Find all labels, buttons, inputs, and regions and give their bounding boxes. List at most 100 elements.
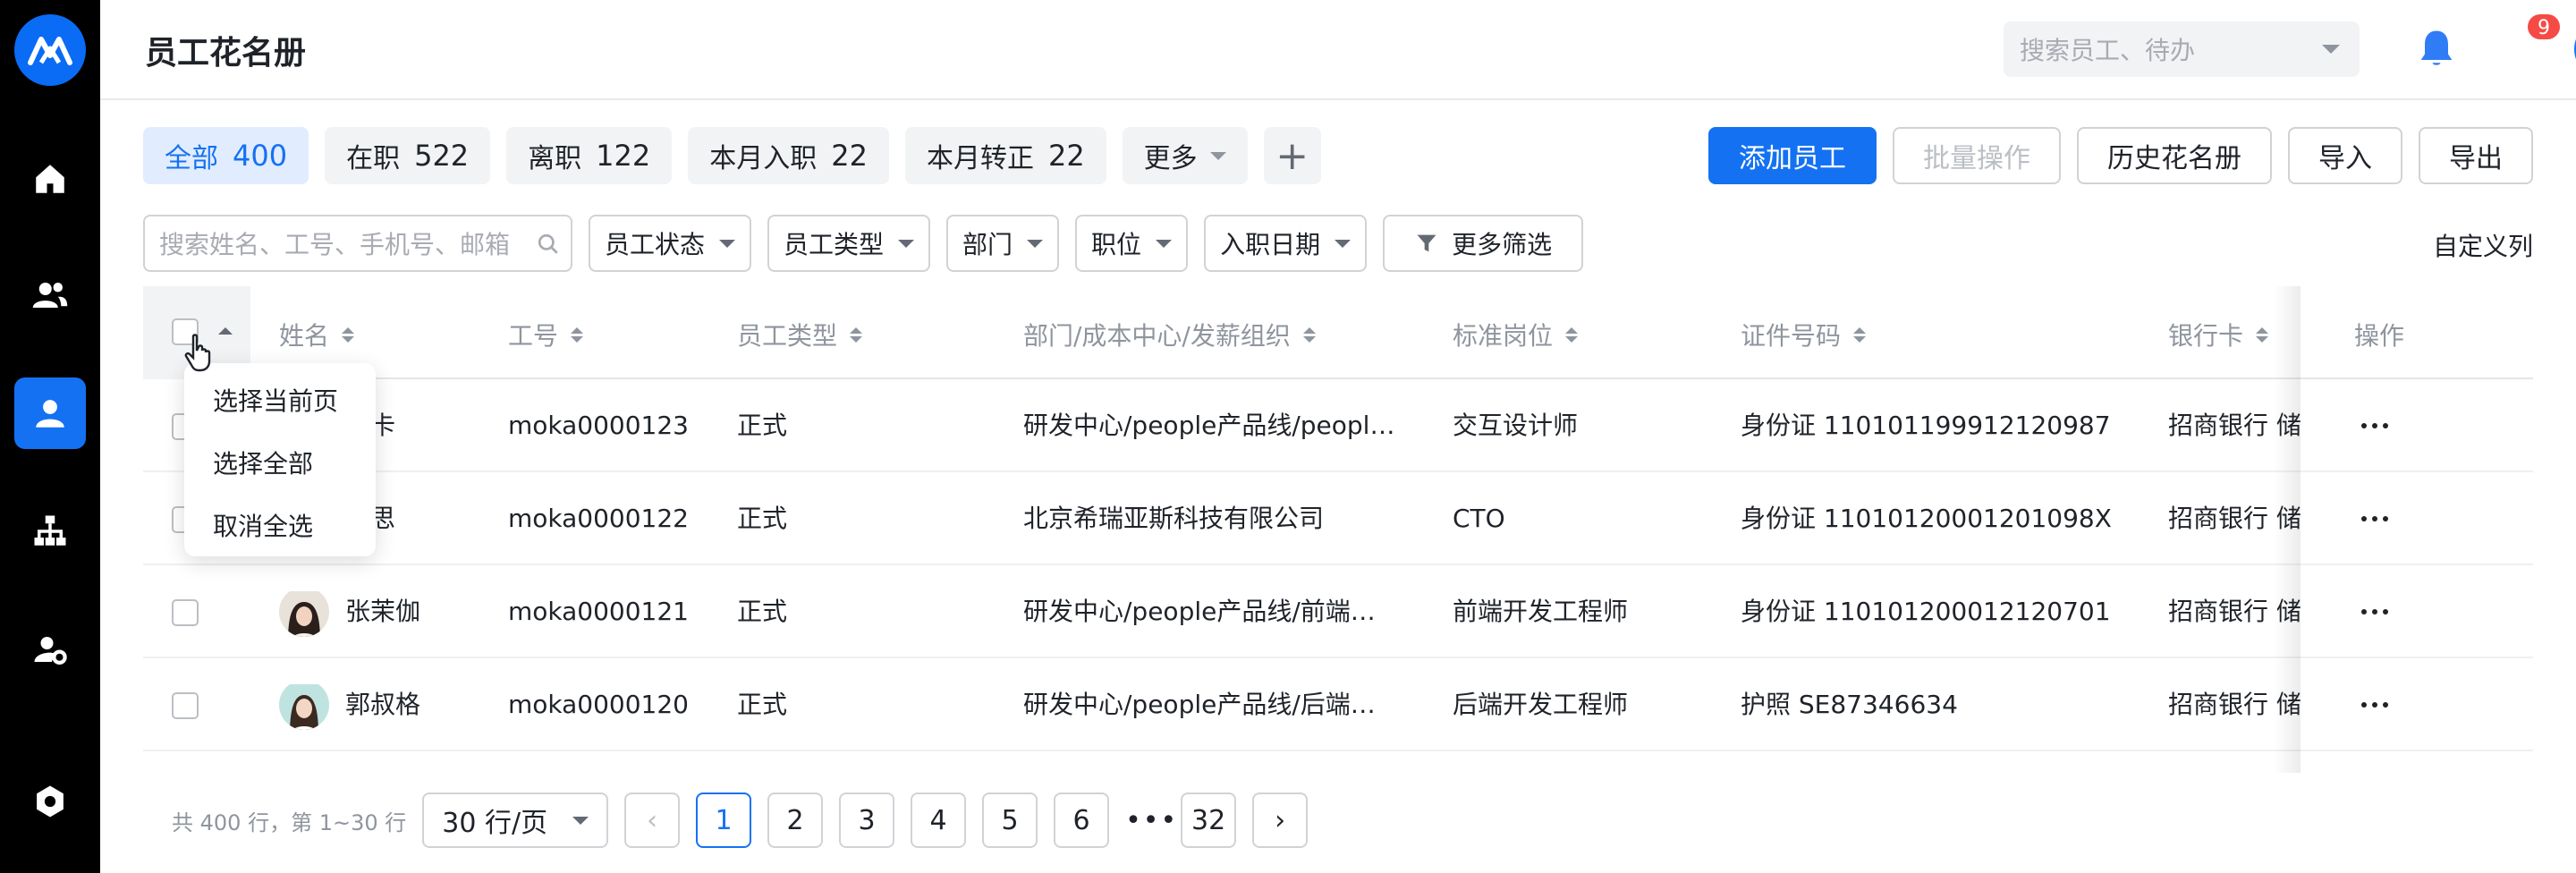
column-header-dept[interactable]: 部门/成本中心/发薪组织 xyxy=(1023,317,1316,352)
employee-icon[interactable] xyxy=(14,377,86,449)
bell-icon[interactable] xyxy=(2413,25,2460,72)
tab-resigned[interactable]: 离职 122 xyxy=(506,127,673,184)
table-row[interactable]: 郭叔格 moka0000120 正式 研发中心/people产品线/后端… 后端… xyxy=(143,658,2533,751)
employee-search-placeholder: 搜索姓名、工号、手机号、邮箱 xyxy=(159,230,511,259)
tab-more[interactable]: 更多 xyxy=(1122,127,1248,184)
toolbar-actions: 添加员工 批量操作 历史花名册 导入 导出 xyxy=(1708,127,2533,184)
deselect-all-option[interactable]: 取消全选 xyxy=(184,501,376,564)
moka-logo-icon[interactable] xyxy=(14,14,86,86)
employee-name: 郭叔格 xyxy=(345,690,421,719)
tab-regularized-this-month[interactable]: 本月转正 22 xyxy=(904,127,1106,184)
more-icon[interactable] xyxy=(2352,658,2397,751)
more-filters-button[interactable]: 更多筛选 xyxy=(1383,215,1584,272)
column-label: 部门/成本中心/发薪组织 xyxy=(1023,321,1291,351)
employee-search-input[interactable]: 搜索姓名、工号、手机号、邮箱 xyxy=(143,215,572,272)
column-header-name[interactable]: 姓名 xyxy=(279,317,355,352)
tab-label: 本月转正 xyxy=(926,143,1034,174)
column-label: 姓名 xyxy=(279,321,330,351)
table-row[interactable]: 张茉伽 moka0000121 正式 研发中心/people产品线/前端… 前端… xyxy=(143,565,2533,658)
sort-icon xyxy=(571,326,584,343)
page-button[interactable]: 5 xyxy=(982,792,1038,848)
employee-cert: 身份证 11010120001201098X xyxy=(1741,504,2112,533)
column-label: 工号 xyxy=(508,321,559,351)
tab-count: 522 xyxy=(414,139,470,173)
type-filter[interactable]: 员工类型 xyxy=(767,215,931,272)
settings-icon[interactable] xyxy=(14,766,86,837)
more-icon[interactable] xyxy=(2352,379,2397,472)
chevron-right-icon: › xyxy=(1275,804,1286,836)
pagination-total: 共 400 行，第 1~30 行 xyxy=(172,809,407,835)
employee-name-cell[interactable]: 郭叔格 xyxy=(279,658,494,751)
chevron-down-icon xyxy=(1027,239,1044,248)
column-header-bank[interactable]: 银行卡 xyxy=(2168,317,2269,352)
row-checkbox[interactable] xyxy=(172,692,199,719)
select-all-option[interactable]: 选择全部 xyxy=(184,438,376,501)
avatar xyxy=(279,587,329,637)
global-search-input[interactable]: 搜索员工、待办 xyxy=(2004,21,2360,77)
filter-icon xyxy=(1417,234,1436,252)
position-filter[interactable]: 职位 xyxy=(1075,215,1189,272)
header: 员工花名册 搜索员工、待办 9 小卡 xyxy=(100,0,2576,100)
plus-icon: + xyxy=(1275,132,1309,179)
sort-icon xyxy=(342,326,355,343)
add-tab-button[interactable]: + xyxy=(1263,127,1321,184)
home-icon[interactable] xyxy=(14,143,86,215)
chevron-down-icon xyxy=(1335,239,1352,248)
page-button[interactable]: 3 xyxy=(839,792,895,848)
chevron-down-icon xyxy=(1209,151,1226,160)
last-page-button[interactable]: 32 xyxy=(1181,792,1237,848)
user-settings-icon[interactable] xyxy=(14,614,86,685)
import-button[interactable]: 导入 xyxy=(2288,127,2402,184)
team-icon[interactable] xyxy=(14,259,86,331)
notification-badge: 9 xyxy=(2526,13,2562,41)
status-filter[interactable]: 员工状态 xyxy=(589,215,752,272)
tab-active[interactable]: 在职 522 xyxy=(325,127,491,184)
sort-icon xyxy=(1302,326,1316,343)
next-page-button[interactable]: › xyxy=(1252,792,1309,848)
tab-joined-this-month[interactable]: 本月入职 22 xyxy=(688,127,889,184)
history-roster-button[interactable]: 历史花名册 xyxy=(2077,127,2272,184)
row-checkbox[interactable] xyxy=(172,599,199,626)
page-button[interactable]: 6 xyxy=(1054,792,1110,848)
table-row[interactable]: 小卡 moka0000123 正式 研发中心/people产品线/peopl… … xyxy=(143,379,2533,472)
column-header-type[interactable]: 员工类型 xyxy=(737,317,863,352)
operations-column: 操作 xyxy=(2301,286,2533,773)
select-current-page-option[interactable]: 选择当前页 xyxy=(184,376,376,438)
customize-columns-link[interactable]: 自定义列 xyxy=(2433,227,2533,263)
column-label: 员工类型 xyxy=(737,321,838,351)
employee-dept: 研发中心/people产品线/前端… xyxy=(1023,597,1376,626)
employee-id: moka0000121 xyxy=(508,597,689,626)
join-date-filter[interactable]: 入职日期 xyxy=(1204,215,1368,272)
employee-id: moka0000120 xyxy=(508,690,689,719)
prev-page-button[interactable]: ‹ xyxy=(624,792,681,848)
row-operations xyxy=(2301,658,2533,751)
page-ellipsis[interactable]: ••• xyxy=(1125,805,1176,836)
column-header-id[interactable]: 工号 xyxy=(508,317,584,352)
table-header: 姓名 工号 员工类型 部门/成本中心/发薪组织 标准岗位 证件号码 银行卡 xyxy=(143,286,2533,379)
employee-dept: 研发中心/people产品线/peopl… xyxy=(1023,411,1395,440)
export-button[interactable]: 导出 xyxy=(2419,127,2533,184)
column-label: 标准岗位 xyxy=(1453,321,1554,351)
column-header-post[interactable]: 标准岗位 xyxy=(1453,317,1579,352)
tab-all[interactable]: 全部 400 xyxy=(143,127,309,184)
page-size-select[interactable]: 30 行/页 xyxy=(422,792,609,848)
add-employee-button[interactable]: 添加员工 xyxy=(1708,127,1877,184)
tab-count: 22 xyxy=(1047,139,1085,173)
filter-bar: 搜索姓名、工号、手机号、邮箱 员工状态 员工类型 部门 职位 入职日期 更多筛选 xyxy=(143,215,1584,272)
hand-cursor-icon xyxy=(184,334,211,372)
more-icon[interactable] xyxy=(2352,565,2397,658)
employee-name-cell[interactable]: 张茉伽 xyxy=(279,565,494,658)
column-header-cert[interactable]: 证件号码 xyxy=(1741,317,1867,352)
page-button[interactable]: 4 xyxy=(911,792,967,848)
operations-column-label: 操作 xyxy=(2354,321,2405,351)
chevron-down-icon xyxy=(898,239,915,248)
org-chart-icon[interactable] xyxy=(14,496,86,567)
page-button[interactable]: 1 xyxy=(696,792,752,848)
select-dropdown-caret-icon[interactable] xyxy=(218,327,233,335)
more-icon[interactable] xyxy=(2352,472,2397,565)
tab-label: 更多 xyxy=(1143,143,1198,174)
table-row[interactable]: 亚思 moka0000122 正式 北京希瑞亚斯科技有限公司 CTO 身份证 1… xyxy=(143,472,2533,565)
dept-filter[interactable]: 部门 xyxy=(946,215,1060,272)
batch-operation-button[interactable]: 批量操作 xyxy=(1893,127,2061,184)
page-button[interactable]: 2 xyxy=(767,792,824,848)
